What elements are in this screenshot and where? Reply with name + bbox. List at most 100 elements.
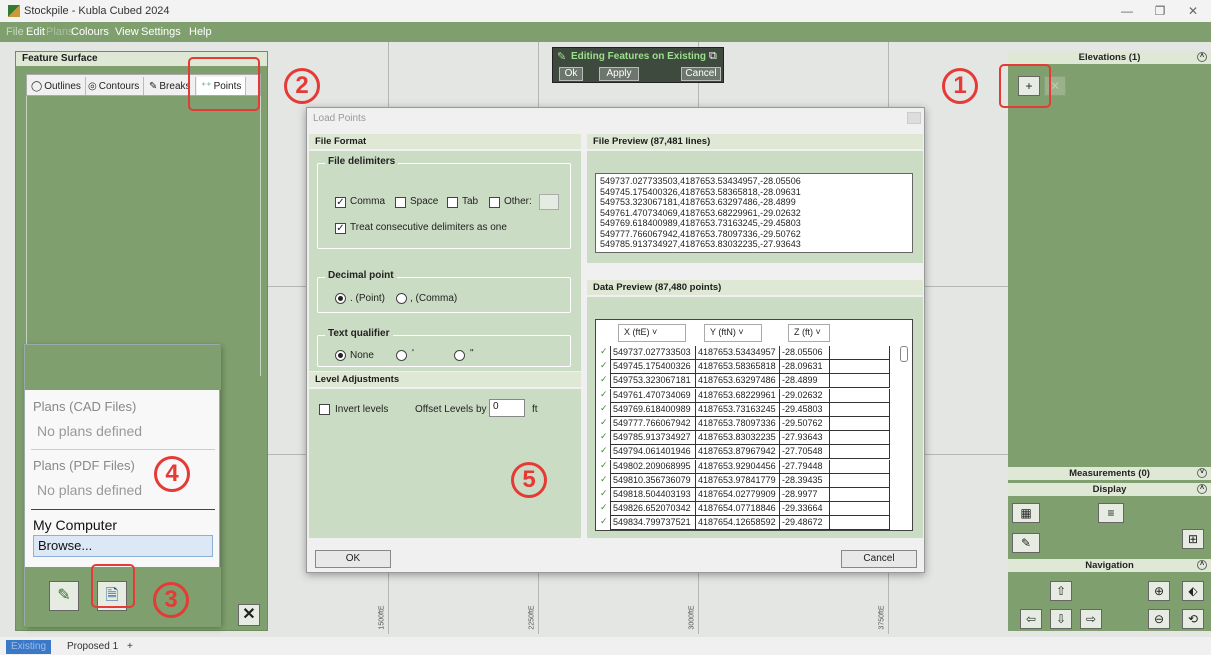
style-dropdown[interactable]: ✎ (1012, 533, 1040, 553)
display-header[interactable]: Display ˄ (1008, 483, 1211, 496)
comma-checkbox[interactable]: ✓ (335, 197, 346, 208)
elevations-header[interactable]: Elevations (1) ˄ (1008, 51, 1211, 64)
pencil-icon: ✎ (557, 51, 567, 63)
pan-down-button[interactable]: ⇩ (1050, 609, 1072, 629)
pan-left-button[interactable]: ⇦ (1020, 609, 1042, 629)
table-row[interactable]: ✓ 549802.209068995 4187653.92904456 -27.794… (600, 459, 896, 474)
level-adjustments-body: Invert levels Offset Levels by 0 ft (309, 389, 581, 538)
collapse-icon[interactable]: ˄ (1197, 484, 1207, 494)
display-all-dropdown[interactable]: ≡ (1098, 503, 1124, 523)
qualifier-single-radio[interactable] (396, 350, 407, 361)
column-header-y[interactable]: Y (ftN) ˅ (704, 324, 762, 342)
navigation-header[interactable]: Navigation ˄ (1008, 559, 1211, 572)
dialog-cancel-button[interactable]: Cancel (841, 550, 917, 568)
row-check-icon: ✓ (600, 445, 608, 456)
table-row[interactable]: ✓ 549769.618400989 4187653.73163245 -29.458… (600, 402, 896, 417)
close-button[interactable]: ✕ (1183, 4, 1203, 18)
callout-2: 2 (284, 68, 320, 104)
callout-4: 4 (154, 456, 190, 492)
pan-right-button[interactable]: ⇨ (1080, 609, 1102, 629)
row-check-icon: ✓ (600, 388, 608, 399)
menu-help[interactable]: Help (189, 26, 212, 38)
dialog-ok-button[interactable]: OK (315, 550, 391, 568)
file-format-body: File delimiters ✓ Comma Space Tab Other:… (309, 151, 581, 371)
add-surface-tab[interactable]: + (122, 640, 138, 654)
table-cell (830, 459, 890, 474)
grid-scrollbar[interactable] (900, 346, 908, 362)
tab-checkbox[interactable] (447, 197, 458, 208)
arrow-down-icon: ⇩ (1055, 612, 1067, 626)
menu-plans[interactable]: Plans (46, 26, 74, 38)
browse-menu-item[interactable]: Browse... (33, 535, 213, 557)
menu-edit[interactable]: Edit (26, 26, 45, 38)
data-preview-header: Data Preview (87,480 points) (587, 280, 923, 295)
decimal-point-radio[interactable] (335, 293, 346, 304)
table-row[interactable]: ✓ 549818.504403193 4187654.02779909 -28.997… (600, 487, 896, 502)
other-checkbox[interactable] (489, 197, 500, 208)
decimal-comma-radio[interactable] (396, 293, 407, 304)
collapse-icon[interactable]: ˄ (1197, 560, 1207, 570)
data-preview-grid[interactable]: X (ftE) ˅ Y (ftN) ˅ Z (ft) ˅ ✓ 549737.027… (595, 319, 913, 531)
tab-contours[interactable]: ◎ Contours (84, 77, 145, 95)
menu-file[interactable]: File (6, 26, 24, 38)
edit-cancel-button[interactable]: Cancel (681, 67, 721, 81)
menu-settings[interactable]: Settings (141, 26, 181, 38)
tab-existing[interactable]: Existing (6, 640, 52, 654)
edit-ok-button[interactable]: Ok (559, 67, 583, 81)
table-cell (830, 360, 890, 375)
column-header-z[interactable]: Z (ft) ˅ (788, 324, 830, 342)
table-row[interactable]: ✓ 549753.323067181 4187653.63297486 -28.489… (600, 374, 896, 389)
table-cell: 4187653.73163245 (696, 402, 780, 417)
other-delimiter-input[interactable] (539, 194, 559, 210)
add-feature-pen-button[interactable]: ✎ (49, 581, 79, 611)
collapse-icon[interactable]: ˄ (1197, 52, 1207, 62)
invert-levels-checkbox[interactable] (319, 404, 330, 415)
file-preview-text[interactable]: 549737.027733503,4187653.53434957,-28.05… (595, 173, 913, 253)
space-checkbox[interactable] (395, 197, 406, 208)
table-row[interactable]: ✓ 549810.356736079 4187653.97841779 -28.394… (600, 473, 896, 488)
dialog-close-button[interactable] (907, 112, 921, 124)
other-label: Other: (504, 196, 532, 207)
table-cell: 549834.799737521 (610, 516, 696, 530)
treat-consecutive-checkbox[interactable]: ✓ (335, 223, 346, 234)
qualifier-none-radio[interactable] (335, 350, 346, 361)
menu-view[interactable]: View (115, 26, 139, 38)
offset-input[interactable]: 0 (489, 399, 525, 417)
column-header-x[interactable]: X (ftE) ˅ (618, 324, 686, 342)
table-row[interactable]: ✓ 549794.061401946 4187653.87967942 -27.705… (600, 445, 896, 460)
table-cell: 4187653.78097336 (696, 416, 780, 431)
display-mode-dropdown[interactable]: ▦ (1012, 503, 1040, 523)
table-cell: 4187654.07718846 (696, 502, 780, 517)
minimize-button[interactable]: — (1117, 4, 1137, 18)
table-cell: 549818.504403193 (610, 487, 696, 502)
table-row[interactable]: ✓ 549761.470734069 4187653.68229961 -29.026… (600, 388, 896, 403)
zoom-out-button[interactable]: ⊖ (1148, 609, 1170, 629)
close-feature-panel-button[interactable]: ✕ (238, 604, 260, 626)
table-cell: 549802.209068995 (610, 459, 696, 474)
table-cell: 4187653.97841779 (696, 473, 780, 488)
axis-label: 1500ftE (378, 605, 386, 630)
table-row[interactable]: ✓ 549745.175400326 4187653.58365818 -28.096… (600, 360, 896, 375)
tab-outlines[interactable]: ◯ Outlines (27, 77, 86, 95)
table-row[interactable]: ✓ 549737.027733503 4187653.53434957 -28.055… (600, 346, 896, 360)
grid-toggle-button[interactable]: ⊞ (1182, 529, 1204, 549)
table-row[interactable]: ✓ 549785.913734927 4187653.83032235 -27.936… (600, 431, 896, 446)
popout-icon[interactable]: ⧉ (709, 50, 717, 63)
layers-icon: ≡ (1107, 506, 1115, 520)
table-row[interactable]: ✓ 549826.652070342 4187654.07718846 -29.336… (600, 502, 896, 517)
qualifier-double-radio[interactable] (454, 350, 465, 361)
rotate-view-button[interactable]: ⟲ (1182, 609, 1204, 629)
zoom-extents-button[interactable]: ⬖ (1182, 581, 1204, 601)
maximize-button[interactable]: ❐ (1150, 4, 1170, 18)
dialog-title: Load Points (313, 113, 366, 124)
zoom-in-button[interactable]: ⊕ (1148, 581, 1170, 601)
edit-apply-button[interactable]: Apply (599, 67, 639, 81)
table-row[interactable]: ✓ 549834.799737521 4187654.12658592 -29.486… (600, 516, 896, 530)
measurements-header[interactable]: Measurements (0) ˅ (1008, 467, 1211, 480)
level-adjustments-header: Level Adjustments (309, 372, 581, 387)
menu-colours[interactable]: Colours (71, 26, 109, 38)
table-row[interactable]: ✓ 549777.766067942 4187653.78097336 -29.507… (600, 416, 896, 431)
expand-icon[interactable]: ˅ (1197, 468, 1207, 478)
tab-proposed-1[interactable]: Proposed 1 (62, 640, 123, 654)
pan-up-button[interactable]: ⇧ (1050, 581, 1072, 601)
